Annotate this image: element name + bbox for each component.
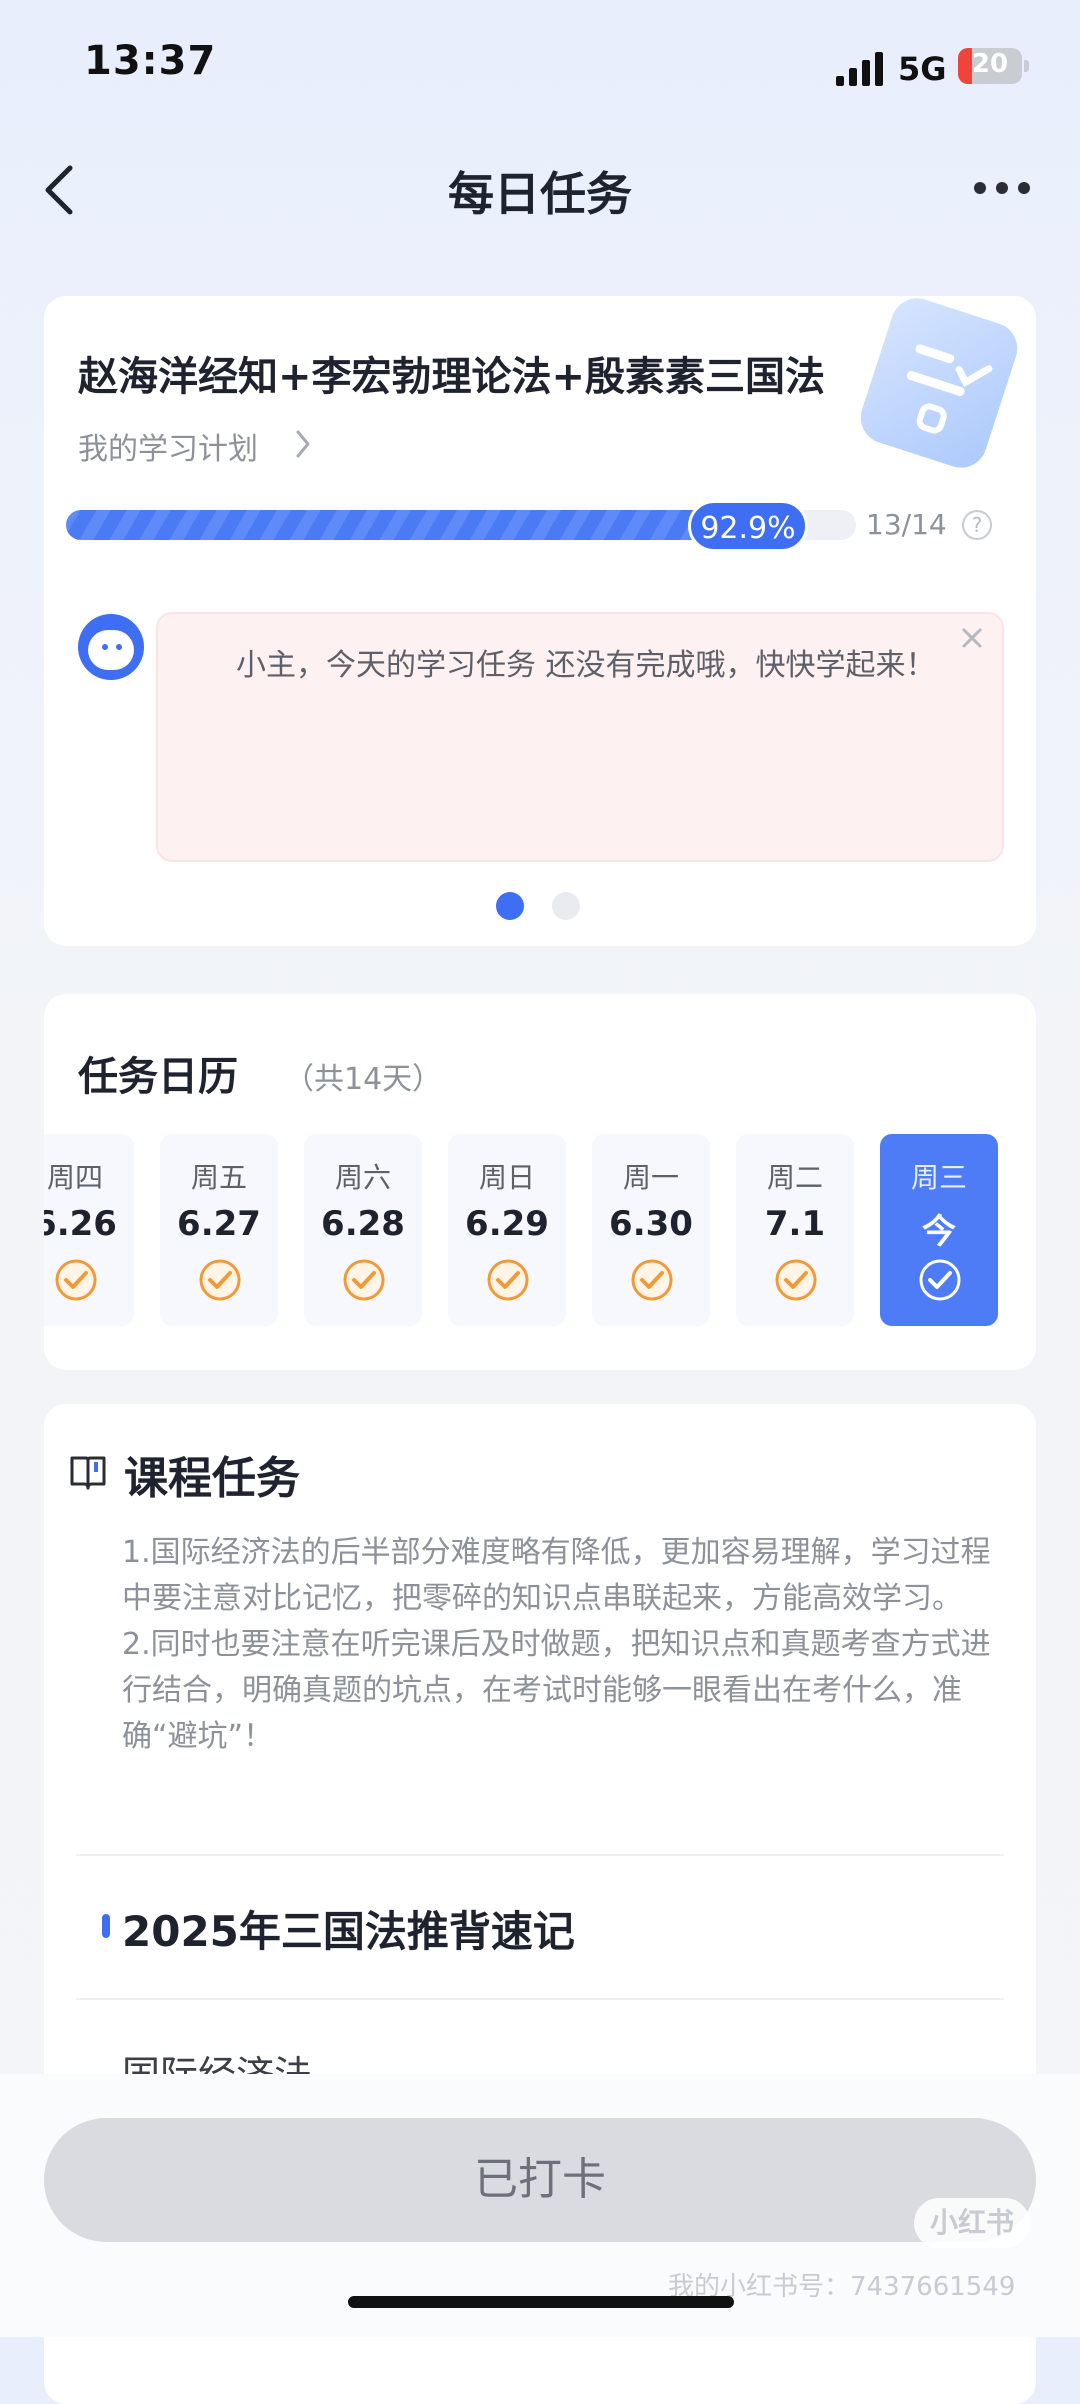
page-title: 每日任务 (448, 167, 632, 221)
progress-count: 13/14 (866, 508, 947, 541)
calendar-subtitle: （共14天） (284, 1062, 443, 1097)
checklist-illustration-icon (860, 298, 1018, 468)
calendar-day-today[interactable]: 周三今 (880, 1134, 998, 1326)
course-task-title: 课程任务 (124, 1453, 300, 1504)
calendar-date: 今 (922, 1212, 956, 1252)
reminder-message-bubble: 小主，今天的学习任务 还没有完成哦，快快学起来！ (156, 612, 1004, 862)
calendar-weekday: 周四 (46, 1161, 103, 1194)
chevron-right-icon[interactable] (294, 428, 312, 460)
divider (76, 1998, 1004, 2000)
calendar-date: 6.27 (177, 1204, 261, 1244)
course-desc-2: 2.同时也要注意在听完课后及时做题，把知识点和真题考查方式进行结合，明确真题的坑… (122, 1627, 991, 1754)
calendar-date: 6.29 (465, 1204, 549, 1244)
progress-percent: 92.9% (688, 500, 808, 552)
signal-icon (836, 52, 883, 86)
calendar-weekday: 周三 (910, 1161, 967, 1194)
check-circle-icon (775, 1259, 817, 1301)
lesson-marker (102, 1914, 110, 1938)
check-circle-icon (343, 1259, 385, 1301)
book-icon (70, 1456, 106, 1490)
battery-tip (1024, 60, 1029, 72)
lesson-title[interactable]: 2025年三国法推背速记 (122, 1898, 575, 1959)
calendar-date: 6.28 (321, 1204, 405, 1244)
calendar-day[interactable]: 周二 7.1 (736, 1134, 854, 1326)
plan-title: 赵海洋经知+李宏勃理论法+殷素素三国法 (78, 354, 826, 400)
calendar-day[interactable]: 周五 6.27 (160, 1134, 278, 1326)
calendar-weekday: 周日 (478, 1161, 535, 1194)
reminder-text: 小主，今天的学习任务 还没有完成哦，快快学起来！ (236, 648, 936, 683)
calendar-day[interactable]: 周六 6.28 (304, 1134, 422, 1326)
check-circle-icon (487, 1259, 529, 1301)
study-plan-card: 赵海洋经知+李宏勃理论法+殷素素三国法 我的学习计划 92.9% 13/14 ?… (44, 296, 1036, 946)
more-options-icon[interactable] (974, 176, 1030, 200)
battery-icon: 20 (958, 48, 1022, 84)
divider (76, 1854, 1004, 1856)
calendar-weekday: 周六 (334, 1161, 391, 1194)
carousel-dot[interactable] (552, 892, 580, 920)
calendar-day[interactable]: 周四 6.26 (44, 1134, 134, 1326)
help-icon[interactable]: ? (962, 510, 992, 540)
calendar-day[interactable]: 周一 6.30 (592, 1134, 710, 1326)
home-indicator[interactable] (348, 2296, 734, 2308)
calendar-date: 7.1 (764, 1204, 826, 1244)
assistant-avatar (78, 614, 144, 680)
calendar-date: 6.26 (44, 1204, 117, 1244)
calendar-day[interactable]: 周日 6.29 (448, 1134, 566, 1326)
check-circle-icon (199, 1259, 241, 1301)
carousel-indicator (496, 892, 586, 920)
task-calendar-card: 任务日历 （共14天） 周四 6.26 周五 6.27 周六 6.28 周日 6.29 周一 6.… (44, 994, 1036, 1370)
my-study-plan-link[interactable]: 我的学习计划 (78, 424, 258, 468)
calendar-weekday: 周一 (622, 1161, 679, 1194)
check-circle-icon (631, 1259, 673, 1301)
close-icon[interactable] (958, 624, 986, 652)
carousel-dot-active[interactable] (496, 892, 524, 920)
calendar-weekday: 周二 (766, 1161, 823, 1194)
course-desc-1: 1.国际经济法的后半部分难度略有降低，更加容易理解，学习过程中要注意对比记忆，把… (122, 1535, 991, 1616)
watermark-logo: 小红书 (914, 2198, 1030, 2248)
check-circle-icon (919, 1259, 961, 1301)
network-label: 5G (898, 50, 947, 88)
calendar-date: 6.30 (609, 1204, 693, 1244)
checked-in-button[interactable]: 已打卡 (44, 2118, 1036, 2242)
course-description: 1.国际经济法的后半部分难度略有降低，更加容易理解，学习过程中要注意对比记忆，把… (122, 1530, 1002, 1760)
calendar-title: 任务日历 (78, 1054, 238, 1100)
status-time: 13:37 (84, 38, 217, 84)
calendar-weekday: 周五 (190, 1161, 247, 1194)
battery-level: 20 (971, 49, 1009, 79)
check-circle-icon (55, 1259, 97, 1301)
